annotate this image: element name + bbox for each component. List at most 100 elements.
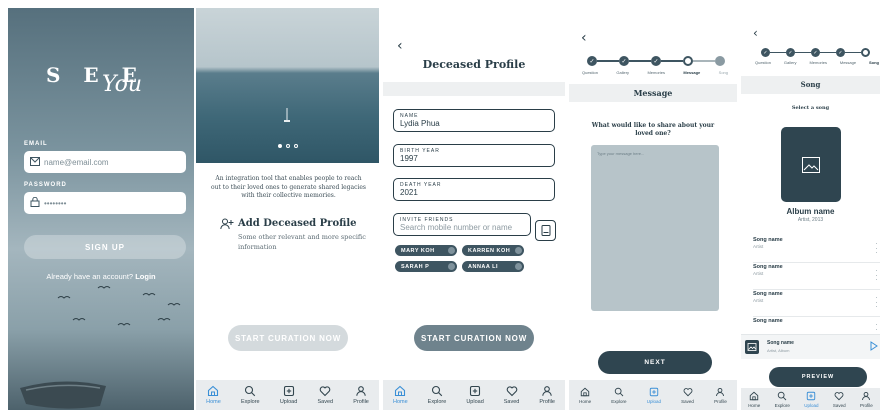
step-done[interactable]: ✓ [836, 48, 845, 57]
nav-profile[interactable]: Profile [353, 385, 369, 405]
nav-upload[interactable]: Upload [647, 387, 661, 404]
song-list-item[interactable]: Song name · · [753, 318, 880, 334]
song-list-item[interactable]: Song name Artist · · · [753, 264, 880, 290]
name-field[interactable]: NAME Lydia Phua [393, 109, 555, 132]
nav-profile[interactable]: Profile [714, 387, 727, 404]
death-year-field[interactable]: DEATH YEAR 2021 [393, 178, 555, 201]
song-list-item[interactable]: Song name Artist · · · [753, 291, 880, 317]
step-pending[interactable] [715, 56, 725, 66]
start-curation-button[interactable]: START CURATION NOW [414, 325, 534, 351]
step-done[interactable]: ✓ [587, 56, 597, 66]
nav-explore[interactable]: Explore [241, 385, 260, 405]
home-icon [395, 385, 406, 397]
nav-explore[interactable]: Explore [611, 387, 627, 404]
sailboat-icon [284, 108, 290, 122]
more-options-icon[interactable]: · · · [875, 266, 878, 284]
album-art[interactable] [781, 127, 841, 202]
remove-chip-icon[interactable] [515, 247, 522, 254]
play-icon[interactable] [870, 341, 878, 351]
preview-button[interactable]: PREVIEW [769, 367, 867, 387]
start-curation-button[interactable]: START CURATION NOW [228, 325, 348, 351]
birth-year-field[interactable]: BIRTH YEAR 1997 [393, 144, 555, 167]
nav-label: Upload [646, 398, 661, 404]
step-current[interactable] [861, 48, 870, 57]
carousel-dot[interactable] [293, 144, 298, 148]
more-options-icon[interactable]: · · · [875, 239, 878, 257]
contacts-button[interactable] [535, 220, 556, 241]
friend-chip[interactable]: KARREN KOH [462, 245, 524, 256]
nav-saved[interactable]: Saved [681, 387, 694, 404]
friend-chip[interactable]: ANNAA LI [462, 261, 524, 272]
step-done[interactable]: ✓ [619, 56, 629, 66]
friend-chip[interactable]: MARY KOH [395, 245, 457, 256]
nav-label: Home [748, 402, 761, 408]
nav-label: Explore [240, 399, 260, 405]
more-options-icon[interactable]: · · · [875, 293, 878, 311]
step-done[interactable]: ✓ [651, 56, 661, 66]
step-current[interactable] [683, 56, 693, 66]
back-chevron-icon[interactable]: ‹ [581, 30, 587, 46]
carousel-dots[interactable] [196, 144, 379, 148]
nav-explore[interactable]: Explore [427, 385, 447, 405]
progress-stepper: ✓ ✓ ✓ [587, 56, 725, 66]
more-options-icon[interactable]: · · [875, 320, 878, 334]
nav-label: Profile [714, 398, 727, 404]
friend-chip[interactable]: SARAH P [395, 261, 457, 272]
carousel-dot[interactable] [285, 144, 290, 148]
back-chevron-icon[interactable]: ‹ [753, 26, 758, 40]
invite-friends-field[interactable]: INVITE FRIENDS Search mobile number or n… [393, 213, 531, 236]
carousel-dot[interactable] [277, 144, 282, 148]
step-label: Question [755, 60, 772, 65]
stepper-labels: Question Gallery Memories Message Song [755, 60, 879, 65]
bottom-nav: Home Explore Upload Saved Profile [196, 380, 379, 410]
nav-upload[interactable]: Upload [804, 391, 818, 408]
song-list-item[interactable]: Song name Artist · · · [753, 237, 880, 263]
nav-label: Upload [466, 399, 484, 405]
contact-book-icon [541, 225, 550, 236]
death-year-value: 2021 [400, 188, 418, 197]
nav-label: Saved [832, 402, 846, 408]
nav-saved[interactable]: Saved [833, 391, 846, 408]
nav-label: Profile [539, 399, 555, 405]
nav-home[interactable]: Home [748, 391, 760, 408]
search-icon [614, 387, 624, 396]
nav-home[interactable]: Home [206, 385, 221, 405]
remove-chip-icon[interactable] [515, 263, 522, 270]
song-artist: Artist [753, 244, 764, 249]
step-connector [661, 60, 683, 62]
nav-label: Explore [427, 399, 447, 405]
progress-stepper: ✓ ✓ ✓ ✓ [761, 48, 870, 57]
password-label: PASSWORD [24, 182, 67, 188]
home-icon [208, 385, 219, 397]
mini-player[interactable]: Song name Artist, Album [741, 334, 880, 359]
nav-explore[interactable]: Explore [775, 391, 790, 408]
step-connector [770, 51, 786, 54]
heart-icon [834, 391, 844, 400]
nav-profile[interactable]: Profile [860, 391, 873, 408]
remove-chip-icon[interactable] [448, 247, 455, 254]
nav-saved[interactable]: Saved [317, 385, 333, 405]
nav-profile[interactable]: Profile [539, 385, 555, 405]
search-icon [431, 385, 443, 397]
message-textarea[interactable]: Type your message here... [591, 145, 719, 311]
password-field[interactable]: •••••••• [24, 192, 186, 214]
email-field[interactable]: name@email.com [24, 151, 186, 173]
user-icon [356, 386, 366, 396]
step-done[interactable]: ✓ [811, 48, 820, 57]
step-done[interactable]: ✓ [786, 48, 795, 57]
boat-illustration [20, 381, 106, 409]
song-screen: ‹ ✓ ✓ ✓ ✓ Question Gallery Memories Mess… [741, 8, 880, 410]
nav-home[interactable]: Home [579, 387, 591, 404]
message-screen: ‹ ✓ ✓ ✓ Question Gallery Memories Messag… [569, 8, 737, 410]
step-done[interactable]: ✓ [761, 48, 770, 57]
nav-upload[interactable]: Upload [466, 385, 484, 405]
step-connector [629, 60, 651, 62]
nav-upload[interactable]: Upload [280, 385, 297, 405]
nav-home[interactable]: Home [393, 385, 408, 405]
remove-chip-icon[interactable] [448, 263, 455, 270]
next-button[interactable]: NEXT [598, 351, 712, 374]
sign-up-button[interactable]: SIGN UP [24, 235, 186, 259]
back-chevron-icon[interactable]: ‹ [397, 38, 403, 54]
bottom-nav: Home Explore Upload Saved Profile [569, 380, 737, 410]
nav-saved[interactable]: Saved [504, 385, 519, 405]
